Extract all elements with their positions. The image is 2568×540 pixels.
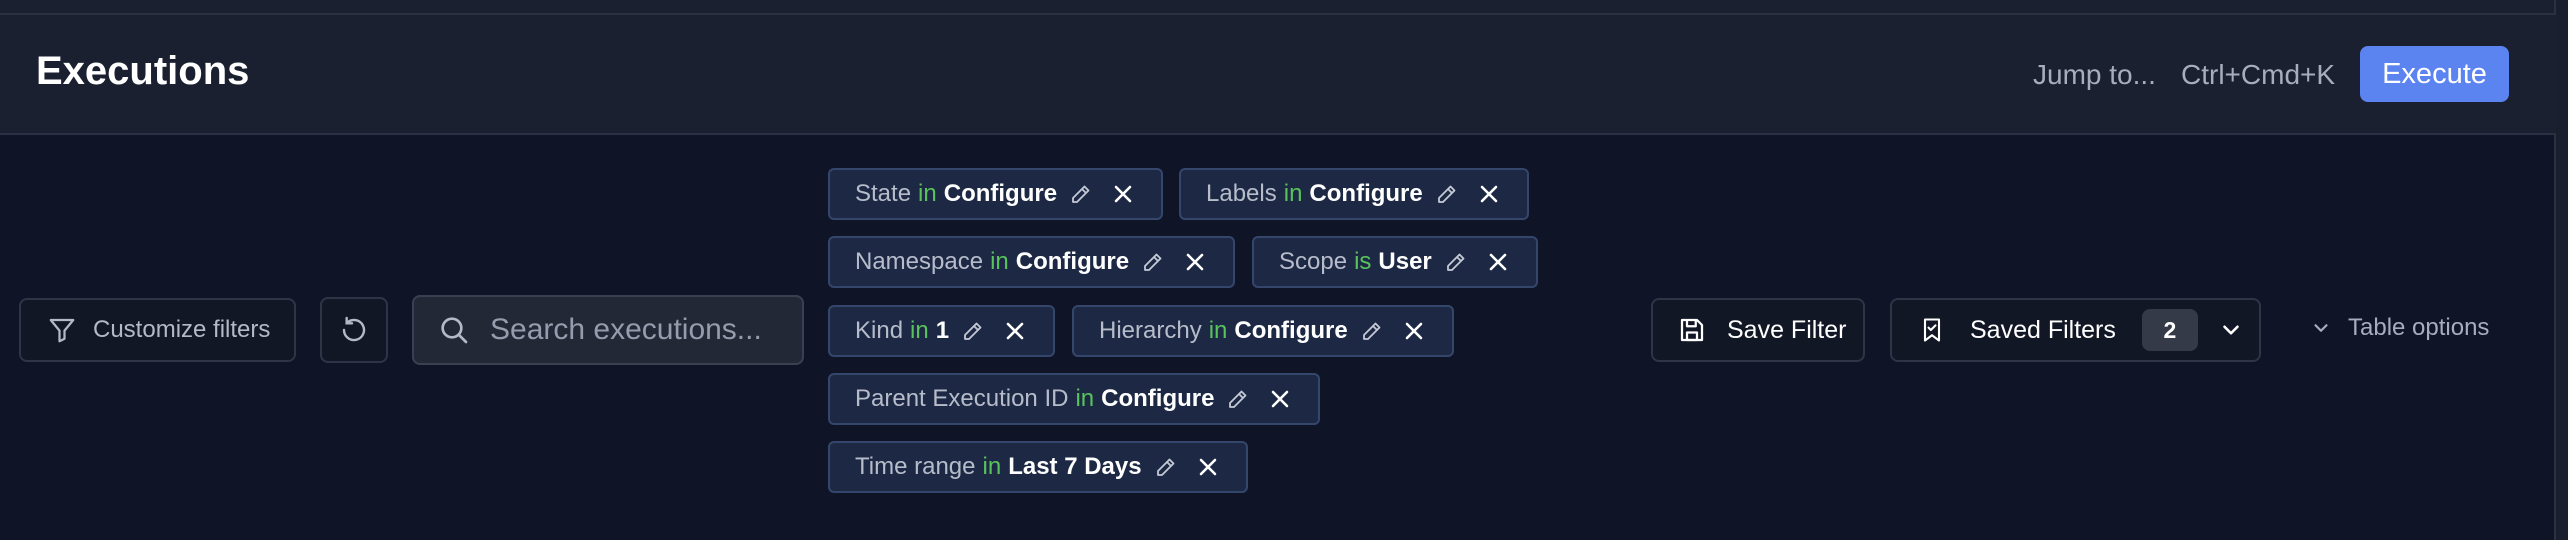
save-icon (1680, 318, 1704, 342)
remove-filter-button[interactable] (1196, 455, 1220, 479)
filter-value: Last 7 Days (1008, 453, 1142, 480)
close-icon (1489, 253, 1507, 271)
filter-value: User (1378, 248, 1432, 275)
execute-button[interactable]: Execute (2360, 46, 2509, 102)
table-options-label: Table options (2348, 314, 2490, 341)
close-icon (1272, 390, 1289, 408)
refresh-icon (342, 316, 366, 342)
filter-operator: in (990, 248, 1009, 275)
filter-field: Hierarchy (1099, 317, 1202, 344)
filter-field: Namespace (855, 248, 984, 275)
search-box[interactable] (412, 295, 804, 365)
bookmark-icon (1923, 318, 1941, 342)
filter-field: Scope (1279, 248, 1348, 275)
filter-operator: in (1208, 317, 1228, 344)
filter-field: Time range (855, 453, 976, 480)
reset-filters-button[interactable] (320, 297, 388, 363)
pencil-icon (1072, 185, 1090, 203)
saved-filters-dropdown[interactable]: Saved Filters 2 (1890, 298, 2261, 362)
jump-to-link[interactable]: Jump to... (2033, 59, 2156, 91)
pencil-icon (1229, 390, 1247, 408)
edit-filter-button[interactable] (1444, 250, 1468, 274)
pencil-icon (1437, 185, 1456, 203)
filter-field: State (855, 180, 912, 207)
filter-icon (49, 318, 75, 343)
filter-value: Configure (943, 180, 1058, 207)
search-input[interactable] (488, 312, 792, 348)
filter-chip[interactable]: Scope is User (1252, 236, 1538, 288)
filter-field: Parent Execution ID (855, 385, 1069, 412)
remove-filter-button[interactable] (1268, 387, 1292, 411)
filter-operator: in (918, 180, 937, 207)
filter-field: Kind (855, 317, 904, 344)
filter-value: Configure (1015, 248, 1130, 275)
remove-filter-button[interactable] (1183, 250, 1207, 274)
filter-operator: in (982, 453, 1002, 480)
edit-filter-button[interactable] (1141, 250, 1165, 274)
customize-filters-button[interactable]: Customize filters (19, 298, 296, 362)
close-icon (1186, 253, 1204, 271)
save-filter-label: Save Filter (1727, 315, 1847, 344)
edit-filter-button[interactable] (1226, 387, 1250, 411)
pencil-icon (1446, 253, 1465, 271)
page-title: Executions (36, 49, 250, 93)
filter-chip[interactable]: Namespace in Configure (828, 236, 1236, 288)
filter-operator: in (1075, 385, 1095, 412)
filter-value: 1 (935, 317, 950, 344)
filter-operator: is (1354, 248, 1372, 275)
customize-filters-label: Customize filters (93, 316, 271, 343)
edit-filter-button[interactable] (961, 319, 985, 343)
close-icon (1006, 322, 1024, 340)
filter-value: Configure (1309, 180, 1423, 207)
chevron-down-icon (2223, 325, 2239, 335)
pencil-icon (964, 322, 982, 340)
remove-filter-button[interactable] (1402, 319, 1426, 343)
filter-chip[interactable]: Parent Execution ID in Configure (828, 373, 1321, 425)
filter-operator: in (1283, 180, 1303, 207)
filter-chip[interactable]: Kind in 1 (828, 305, 1056, 357)
chevron-down-icon (2314, 324, 2328, 332)
filter-value: Configure (1101, 385, 1215, 412)
remove-filter-button[interactable] (1003, 319, 1027, 343)
search-icon (441, 317, 468, 344)
edit-filter-button[interactable] (1435, 182, 1459, 206)
pencil-icon (1144, 253, 1162, 271)
saved-filters-label: Saved Filters (1970, 315, 2116, 344)
edit-filter-button[interactable] (1360, 319, 1384, 343)
saved-filters-count-badge: 2 (2141, 309, 2198, 351)
pencil-icon (1156, 458, 1174, 476)
page-header: Executions Jump to... Ctrl+Cmd+K Execute (0, 15, 2556, 135)
filter-field: Labels (1206, 180, 1277, 207)
filter-chip[interactable]: State in Configure (828, 168, 1164, 220)
top-strip (0, 0, 2556, 15)
edit-filter-button[interactable] (1154, 455, 1178, 479)
keyboard-shortcut: Ctrl+Cmd+K (2181, 59, 2336, 90)
remove-filter-button[interactable] (1477, 182, 1501, 206)
close-icon (1480, 185, 1498, 203)
remove-filter-button[interactable] (1486, 250, 1510, 274)
scrollbar-track[interactable] (2554, 0, 2568, 540)
filter-operator: in (910, 317, 929, 344)
filter-value: Configure (1234, 317, 1348, 344)
edit-filter-button[interactable] (1069, 182, 1093, 206)
filter-chip[interactable]: Time range in Last 7 Days (828, 441, 1248, 493)
filter-chip[interactable]: Hierarchy in Configure (1072, 305, 1454, 357)
remove-filter-button[interactable] (1111, 182, 1135, 206)
close-icon (1199, 458, 1216, 476)
filter-chip[interactable]: Labels in Configure (1179, 168, 1529, 220)
pencil-icon (1362, 322, 1381, 340)
close-icon (1114, 185, 1132, 203)
table-options-toggle[interactable]: Table options (2310, 314, 2489, 342)
save-filter-button[interactable]: Save Filter (1651, 298, 1865, 362)
close-icon (1405, 322, 1423, 340)
